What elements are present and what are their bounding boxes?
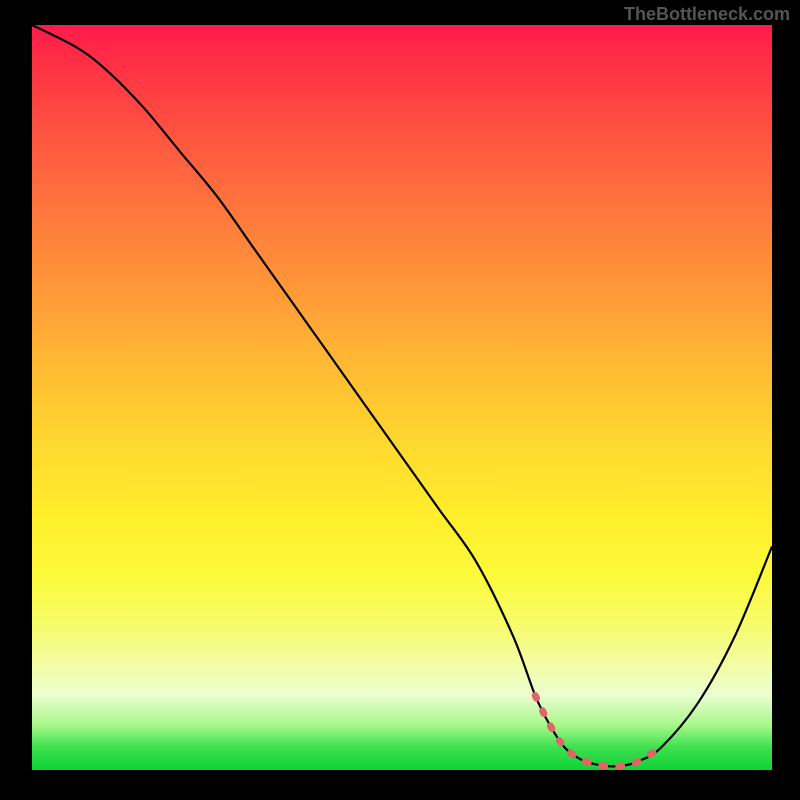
watermark-text: TheBottleneck.com [624, 4, 790, 25]
plot-area [32, 25, 772, 770]
bottleneck-curve [32, 25, 772, 766]
chart-svg [32, 25, 772, 770]
optimal-zone-markers [535, 696, 661, 767]
